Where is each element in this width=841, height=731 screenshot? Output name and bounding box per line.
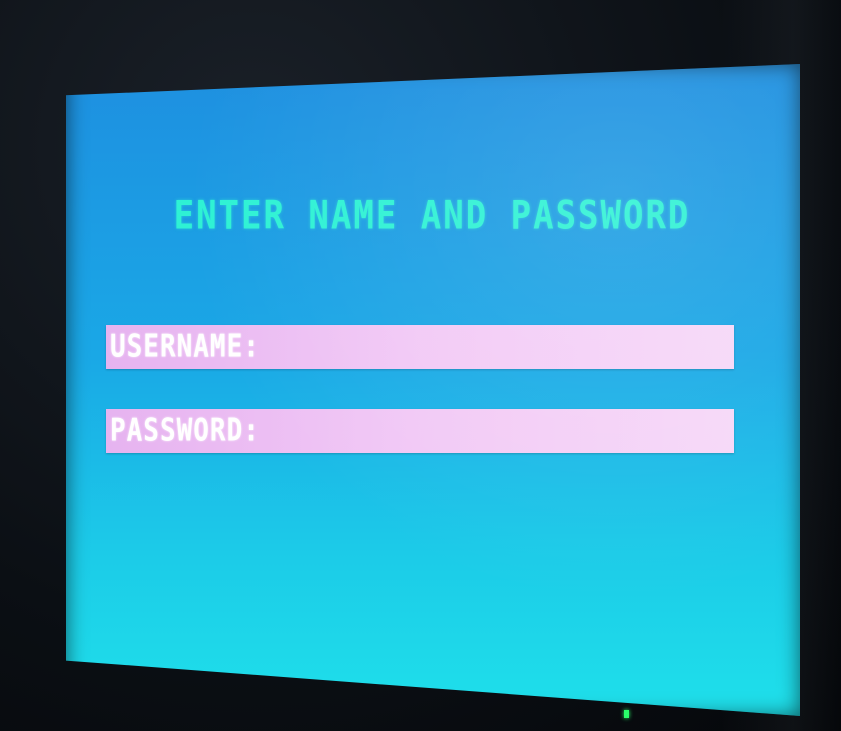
password-input[interactable] [259, 408, 734, 454]
login-screen: ENTER NAME AND PASSWORD USERNAME: PASSWO… [66, 64, 800, 716]
monitor-frame: ENTER NAME AND PASSWORD USERNAME: PASSWO… [0, 0, 841, 731]
password-field[interactable]: PASSWORD: [106, 408, 734, 454]
power-led-icon [624, 710, 629, 718]
username-label: USERNAME: [110, 329, 260, 365]
login-title: ENTER NAME AND PASSWORD [173, 193, 691, 239]
username-input[interactable] [259, 324, 734, 370]
username-field[interactable]: USERNAME: [106, 324, 734, 370]
password-label: PASSWORD: [110, 413, 260, 449]
